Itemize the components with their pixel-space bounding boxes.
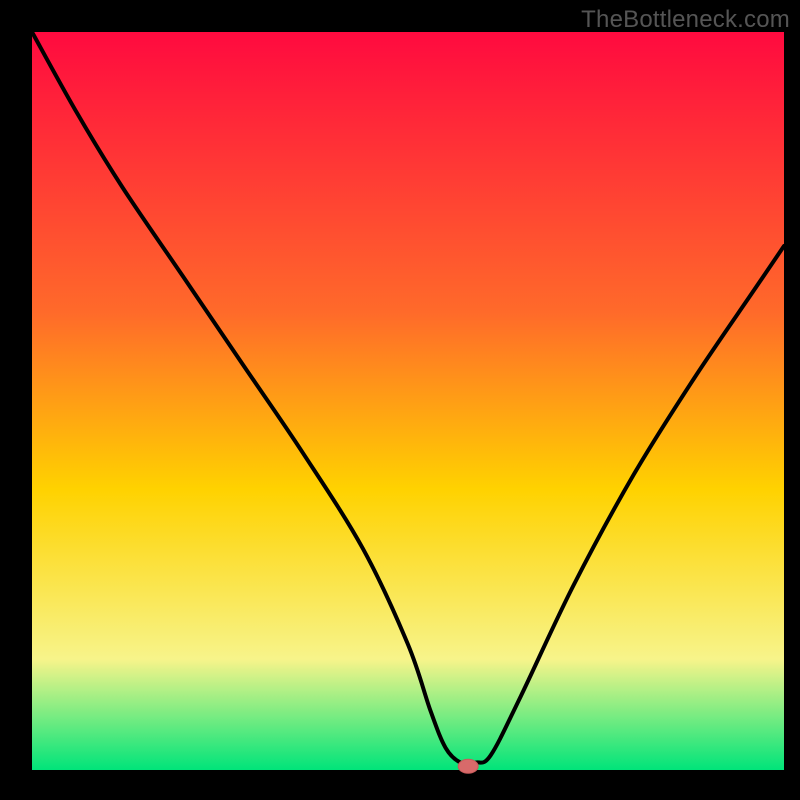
chart-container: TheBottleneck.com xyxy=(0,0,800,800)
bottleneck-chart xyxy=(0,0,800,800)
minimum-marker xyxy=(458,759,478,773)
watermark-label: TheBottleneck.com xyxy=(581,6,790,34)
plot-area xyxy=(32,32,784,770)
